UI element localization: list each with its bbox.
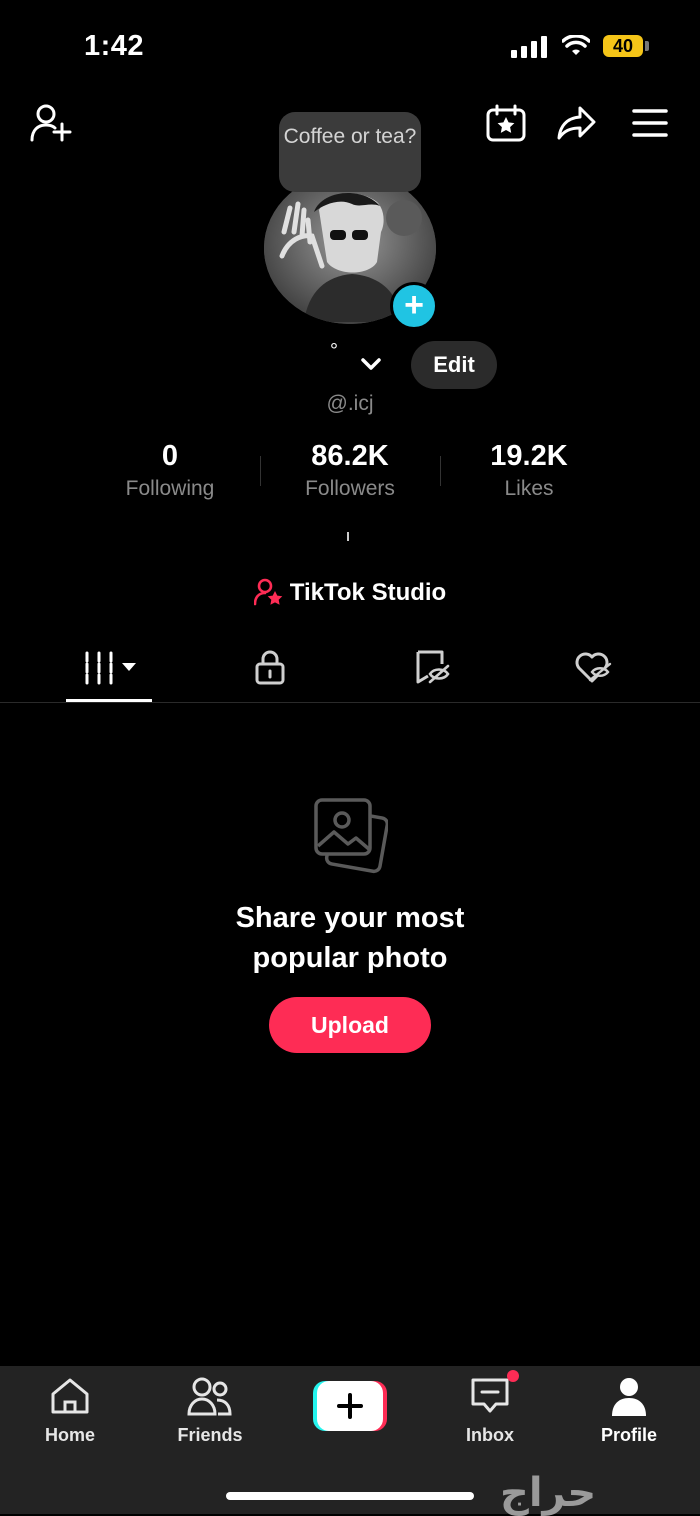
nav-inbox[interactable]: Inbox (430, 1376, 550, 1446)
watermark: حراج (500, 1470, 597, 1516)
tab-divider (0, 702, 700, 703)
nav-label: Home (44, 1425, 95, 1445)
add-friend-icon[interactable] (30, 102, 72, 144)
battery-tip (645, 41, 649, 51)
battery-indicator: 40 (603, 35, 643, 57)
tab-videos[interactable] (84, 651, 140, 690)
wifi-icon (562, 35, 590, 55)
nav-home[interactable]: Home (10, 1376, 130, 1446)
studio-label: TikTok Studio (289, 579, 447, 606)
stat-likes[interactable]: 19.2K Likes (439, 440, 619, 501)
note-bubble[interactable]: Coffee or tea? (279, 112, 421, 192)
stat-label: Likes (504, 477, 554, 500)
inbox-notification-dot (507, 1370, 519, 1382)
empty-state-line1: Share your most (235, 902, 465, 934)
nav-label: Friends (177, 1425, 243, 1445)
stat-value: 0 (161, 440, 179, 472)
stat-label: Followers (305, 477, 395, 500)
create-icon (313, 1381, 387, 1431)
profile-name: ° (330, 340, 338, 362)
liked-videos-icon[interactable] (572, 650, 612, 684)
home-icon (51, 1378, 89, 1414)
chevron-down-icon[interactable] (360, 356, 382, 372)
edit-profile-button[interactable]: Edit (411, 341, 497, 389)
hidden-videos-icon[interactable] (414, 648, 452, 686)
nav-label: Profile (600, 1425, 657, 1445)
add-avatar-button[interactable]: + (390, 282, 438, 330)
friends-icon (187, 1377, 232, 1416)
studio-icon (253, 578, 283, 606)
home-indicator[interactable] (226, 1492, 474, 1500)
photo-icon (314, 798, 388, 874)
empty-state-line2: popular photo (252, 942, 448, 974)
inbox-icon (471, 1378, 509, 1413)
stat-followers[interactable]: 86.2K Followers (260, 440, 440, 501)
signal-icon (511, 36, 547, 58)
nav-profile[interactable]: Profile (569, 1376, 689, 1446)
lock-icon[interactable] (254, 649, 286, 685)
tiktok-studio-link[interactable]: TikTok Studio (0, 578, 700, 607)
nav-friends[interactable]: Friends (150, 1376, 270, 1446)
nav-label: Inbox (466, 1425, 514, 1445)
calendar-star-icon[interactable] (486, 104, 526, 142)
stat-following[interactable]: 0 Following (80, 440, 260, 501)
status-time: 1:42 (84, 30, 145, 62)
username-handle: @.icj (326, 392, 374, 415)
stat-value: 86.2K (311, 440, 389, 472)
stat-value: 19.2K (490, 440, 568, 472)
create-button[interactable] (313, 1381, 387, 1431)
menu-icon[interactable] (632, 108, 668, 138)
share-icon[interactable] (556, 104, 598, 142)
empty-state-title: Share your most popular photo (0, 898, 700, 978)
stat-label: Following (125, 477, 215, 500)
bio-text[interactable] (347, 532, 349, 541)
upload-button[interactable]: Upload (269, 997, 431, 1053)
profile-icon (612, 1378, 646, 1416)
grid-dropdown-icon (85, 651, 136, 685)
